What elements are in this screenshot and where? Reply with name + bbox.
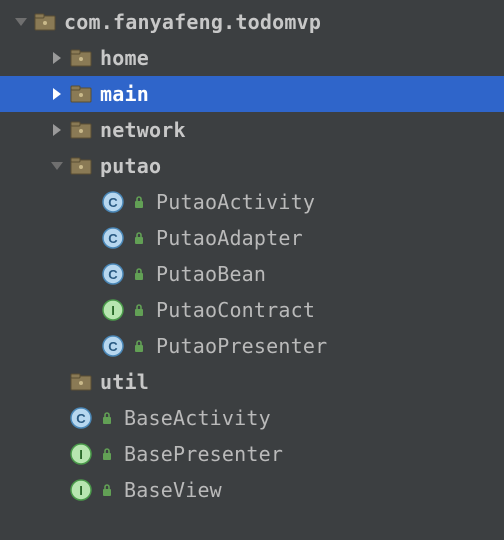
tree-row-main[interactable]: main: [0, 76, 504, 112]
lock-icon: [132, 303, 146, 317]
chevron-right-icon[interactable]: [50, 51, 64, 65]
svg-text:C: C: [108, 231, 118, 246]
svg-text:C: C: [108, 267, 118, 282]
tree-row-file[interactable]: I BasePresenter: [0, 436, 504, 472]
svg-text:I: I: [79, 483, 83, 498]
lock-icon: [100, 483, 114, 497]
package-icon: [70, 47, 92, 69]
lock-icon: [132, 231, 146, 245]
project-tree[interactable]: com.fanyafeng.todomvp home main network: [0, 0, 504, 508]
package-icon: [70, 83, 92, 105]
tree-label: network: [100, 118, 186, 142]
chevron-down-icon[interactable]: [50, 159, 64, 173]
tree-row-file[interactable]: C BaseActivity: [0, 400, 504, 436]
class-icon: C: [102, 191, 124, 213]
tree-row-file[interactable]: C PutaoBean: [0, 256, 504, 292]
tree-label: PutaoAdapter: [156, 226, 303, 250]
interface-icon: I: [70, 479, 92, 501]
interface-icon: I: [102, 299, 124, 321]
tree-label: PutaoActivity: [156, 190, 315, 214]
tree-label: BaseView: [124, 478, 222, 502]
tree-row-file[interactable]: C PutaoPresenter: [0, 328, 504, 364]
package-icon: [70, 119, 92, 141]
svg-text:I: I: [111, 303, 115, 318]
package-icon: [34, 11, 56, 33]
package-icon: [70, 155, 92, 177]
class-icon: C: [70, 407, 92, 429]
tree-label: putao: [100, 154, 161, 178]
svg-text:C: C: [108, 195, 118, 210]
lock-icon: [100, 447, 114, 461]
tree-row-network[interactable]: network: [0, 112, 504, 148]
class-icon: C: [102, 263, 124, 285]
tree-label: BaseActivity: [124, 406, 271, 430]
svg-text:C: C: [76, 411, 86, 426]
chevron-right-icon[interactable]: [50, 87, 64, 101]
tree-label: PutaoContract: [156, 298, 315, 322]
class-icon: C: [102, 335, 124, 357]
tree-label: PutaoBean: [156, 262, 266, 286]
lock-icon: [132, 195, 146, 209]
tree-label: home: [100, 46, 149, 70]
tree-row-file[interactable]: I BaseView: [0, 472, 504, 508]
lock-icon: [132, 267, 146, 281]
tree-label: BasePresenter: [124, 442, 283, 466]
svg-text:I: I: [79, 447, 83, 462]
tree-row-util[interactable]: util: [0, 364, 504, 400]
tree-label: util: [100, 370, 149, 394]
chevron-right-icon[interactable]: [50, 123, 64, 137]
lock-icon: [100, 411, 114, 425]
svg-text:C: C: [108, 339, 118, 354]
tree-label: com.fanyafeng.todomvp: [64, 10, 321, 34]
tree-row-putao[interactable]: putao: [0, 148, 504, 184]
tree-row-home[interactable]: home: [0, 40, 504, 76]
tree-row-file[interactable]: I PutaoContract: [0, 292, 504, 328]
tree-label: PutaoPresenter: [156, 334, 327, 358]
lock-icon: [132, 339, 146, 353]
chevron-down-icon[interactable]: [14, 15, 28, 29]
interface-icon: I: [70, 443, 92, 465]
class-icon: C: [102, 227, 124, 249]
tree-row-file[interactable]: C PutaoActivity: [0, 184, 504, 220]
tree-row-file[interactable]: C PutaoAdapter: [0, 220, 504, 256]
package-icon: [70, 371, 92, 393]
tree-label: main: [100, 82, 149, 106]
tree-row-root[interactable]: com.fanyafeng.todomvp: [0, 4, 504, 40]
